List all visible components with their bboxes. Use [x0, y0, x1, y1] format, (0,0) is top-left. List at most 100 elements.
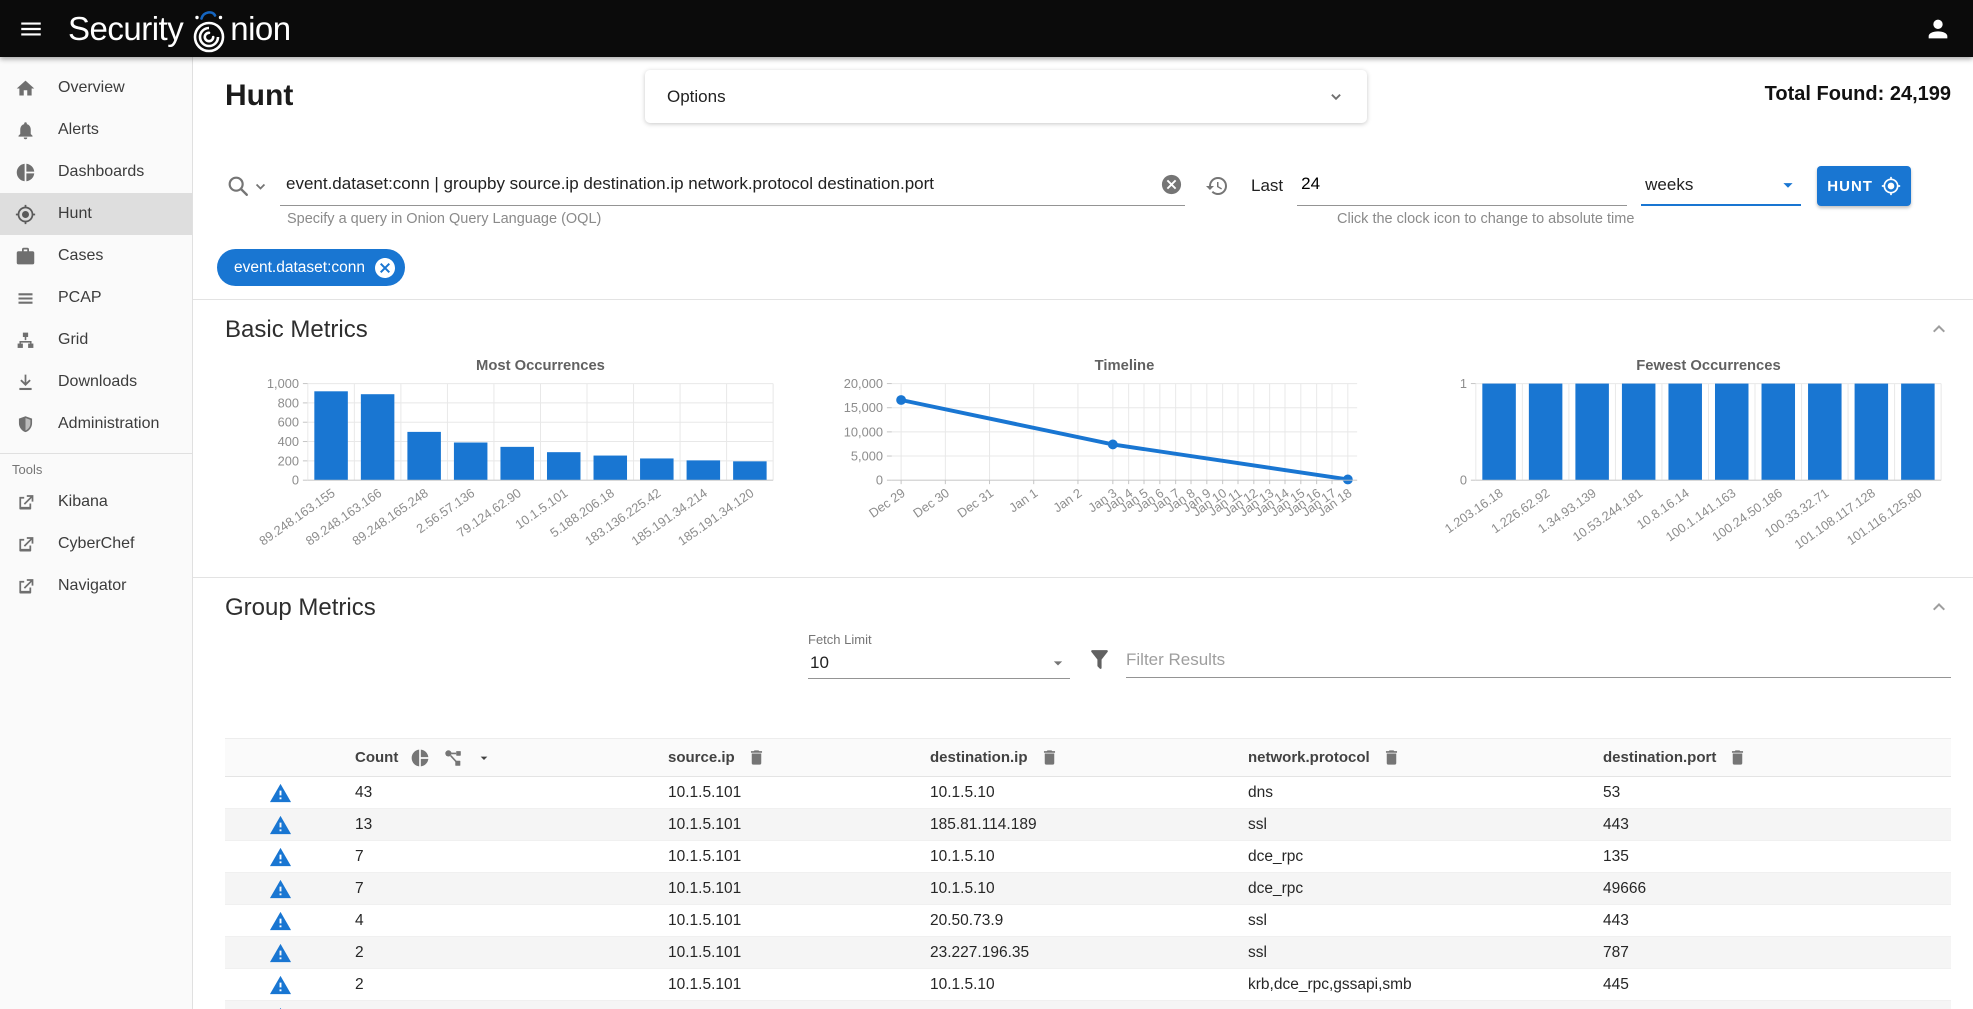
sidebar-item-hunt[interactable]: Hunt — [0, 193, 192, 235]
row-warning-button[interactable] — [225, 873, 355, 905]
filter-results-input[interactable] — [1126, 642, 1951, 678]
cell-network-protocol[interactable]: dce_rpc — [1248, 873, 1603, 905]
cell-destination-ip[interactable]: 10.1.5.10 — [930, 873, 1248, 905]
column-header-count[interactable]: Count — [355, 749, 398, 766]
cell-destination-ip[interactable]: 10.1.5.10 — [930, 841, 1248, 873]
row-warning-button[interactable] — [225, 777, 355, 809]
cell-destination-ip[interactable]: 185.81.114.189 — [930, 809, 1248, 841]
cell-destination-port[interactable]: 443 — [1603, 809, 1951, 841]
collapse-group-icon[interactable] — [1927, 595, 1951, 622]
column-header-destination-ip[interactable]: destination.ip — [930, 749, 1028, 766]
sidebar-item-overview[interactable]: Overview — [0, 67, 192, 109]
sidebar-item-dashboards[interactable]: Dashboards — [0, 151, 192, 193]
chip-close-icon[interactable] — [373, 256, 397, 280]
row-warning-button[interactable] — [225, 937, 355, 969]
chart-fewest-occurrences[interactable]: Fewest Occurrences101.203.16.181.226.62.… — [1393, 354, 1951, 563]
collapse-basic-icon[interactable] — [1927, 317, 1951, 344]
row-warning-button[interactable] — [225, 809, 355, 841]
row-warning-button[interactable] — [225, 905, 355, 937]
sidebar-item-grid[interactable]: Grid — [0, 319, 192, 361]
chart-most-occurrences[interactable]: Most Occurrences1,000800600400200089.248… — [225, 354, 783, 563]
cell-network-protocol[interactable]: ssl — [1248, 809, 1603, 841]
chart-svg: Fewest Occurrences101.203.16.181.226.62.… — [1393, 354, 1951, 563]
menu-icon[interactable] — [8, 6, 54, 52]
cell-source-ip[interactable]: 10.1.5.101 — [668, 841, 930, 873]
trash-icon[interactable] — [747, 748, 766, 767]
cell-source-ip[interactable]: 10.1.5.101 — [668, 969, 930, 1001]
column-header-destination-port[interactable]: destination.port — [1603, 749, 1716, 766]
cell-destination-ip[interactable]: 10.1.5.10 — [930, 777, 1248, 809]
sidebar-item-cyberchef[interactable]: CyberChef — [0, 523, 192, 565]
row-warning-button[interactable] — [225, 1001, 355, 1009]
sidebar-item-pcap[interactable]: PCAP — [0, 277, 192, 319]
basic-metrics-title: Basic Metrics — [225, 316, 368, 344]
cell-destination-ip[interactable]: 10.1.5.10 — [930, 969, 1248, 1001]
cell-source-ip[interactable]: 10.1.5.101 — [668, 777, 930, 809]
cell-destination-ip[interactable]: 20.50.73.9 — [930, 905, 1248, 937]
column-header-source-ip[interactable]: source.ip — [668, 749, 735, 766]
duration-input[interactable] — [1297, 166, 1627, 202]
sidebar-item-kibana[interactable]: Kibana — [0, 481, 192, 523]
cell-network-protocol[interactable]: ssl — [1248, 905, 1603, 937]
sidebar-item-navigator[interactable]: Navigator — [0, 565, 192, 607]
svg-text:Timeline: Timeline — [1095, 358, 1155, 374]
cell-network-protocol[interactable]: dns — [1248, 777, 1603, 809]
cell-destination-port[interactable]: 49666 — [1603, 873, 1951, 905]
caret-down-icon[interactable] — [476, 750, 492, 766]
table-row: 210.1.5.10110.1.5.10krb,gssapi,smb445 — [225, 1001, 1951, 1009]
user-account-icon[interactable] — [1915, 6, 1961, 52]
graph-icon[interactable] — [442, 747, 464, 769]
hunt-button[interactable]: HUNT — [1817, 166, 1911, 206]
column-header-network-protocol[interactable]: network.protocol — [1248, 749, 1370, 766]
chart-timeline[interactable]: Timeline20,00015,00010,0005,0000Dec 29De… — [809, 354, 1367, 563]
trash-icon[interactable] — [1728, 748, 1747, 767]
row-warning-button[interactable] — [225, 841, 355, 873]
cell-source-ip[interactable]: 10.1.5.101 — [668, 809, 930, 841]
group-metrics-section: Group Metrics Fetch Limit 10 — [193, 577, 1973, 1009]
clear-query-icon[interactable] — [1160, 173, 1183, 196]
cell-network-protocol[interactable]: dce_rpc — [1248, 841, 1603, 873]
clock-history-icon[interactable] — [1205, 174, 1229, 198]
cell-destination-port[interactable]: 443 — [1603, 905, 1951, 937]
search-icon[interactable] — [225, 173, 251, 199]
cell-count[interactable]: 4 — [355, 905, 668, 937]
cell-count[interactable]: 43 — [355, 777, 668, 809]
cell-destination-port[interactable]: 445 — [1603, 1001, 1951, 1009]
cell-count[interactable]: 2 — [355, 937, 668, 969]
warning-icon — [269, 878, 292, 901]
sidebar-item-alerts[interactable]: Alerts — [0, 109, 192, 151]
filter-chip[interactable]: event.dataset:conn — [217, 249, 405, 286]
pie-chart-icon[interactable] — [410, 748, 430, 768]
sidebar-item-downloads[interactable]: Downloads — [0, 361, 192, 403]
cell-count[interactable]: 13 — [355, 809, 668, 841]
cell-destination-port[interactable]: 135 — [1603, 841, 1951, 873]
query-input[interactable] — [280, 166, 1140, 202]
cell-source-ip[interactable]: 10.1.5.101 — [668, 1001, 930, 1009]
fetch-limit-select[interactable]: Fetch Limit 10 — [808, 632, 1070, 679]
cell-network-protocol[interactable]: krb,gssapi,smb — [1248, 1001, 1603, 1009]
cell-destination-ip[interactable]: 10.1.5.10 — [930, 1001, 1248, 1009]
cell-count[interactable]: 2 — [355, 1001, 668, 1009]
trash-icon[interactable] — [1382, 748, 1401, 767]
cell-network-protocol[interactable]: krb,dce_rpc,gssapi,smb — [1248, 969, 1603, 1001]
cell-source-ip[interactable]: 10.1.5.101 — [668, 873, 930, 905]
duration-unit-select[interactable]: weeks — [1641, 166, 1801, 206]
cell-destination-ip[interactable]: 23.227.196.35 — [930, 937, 1248, 969]
options-dropdown[interactable]: Options — [645, 70, 1367, 123]
cell-destination-port[interactable]: 53 — [1603, 777, 1951, 809]
query-presets-chevron-icon[interactable] — [251, 177, 270, 196]
cell-source-ip[interactable]: 10.1.5.101 — [668, 937, 930, 969]
sidebar: Overview Alerts Dashboards Hunt Cases PC… — [0, 57, 193, 1009]
trash-icon[interactable] — [1040, 748, 1059, 767]
cell-count[interactable]: 2 — [355, 969, 668, 1001]
cell-count[interactable]: 7 — [355, 873, 668, 905]
cell-destination-port[interactable]: 445 — [1603, 969, 1951, 1001]
sidebar-item-cases[interactable]: Cases — [0, 235, 192, 277]
sidebar-item-administration[interactable]: Administration — [0, 403, 192, 445]
cell-destination-port[interactable]: 787 — [1603, 937, 1951, 969]
main-content: Hunt Options Total Found: 24,199 — [193, 57, 1973, 1009]
cell-network-protocol[interactable]: ssl — [1248, 937, 1603, 969]
cell-source-ip[interactable]: 10.1.5.101 — [668, 905, 930, 937]
cell-count[interactable]: 7 — [355, 841, 668, 873]
row-warning-button[interactable] — [225, 969, 355, 1001]
